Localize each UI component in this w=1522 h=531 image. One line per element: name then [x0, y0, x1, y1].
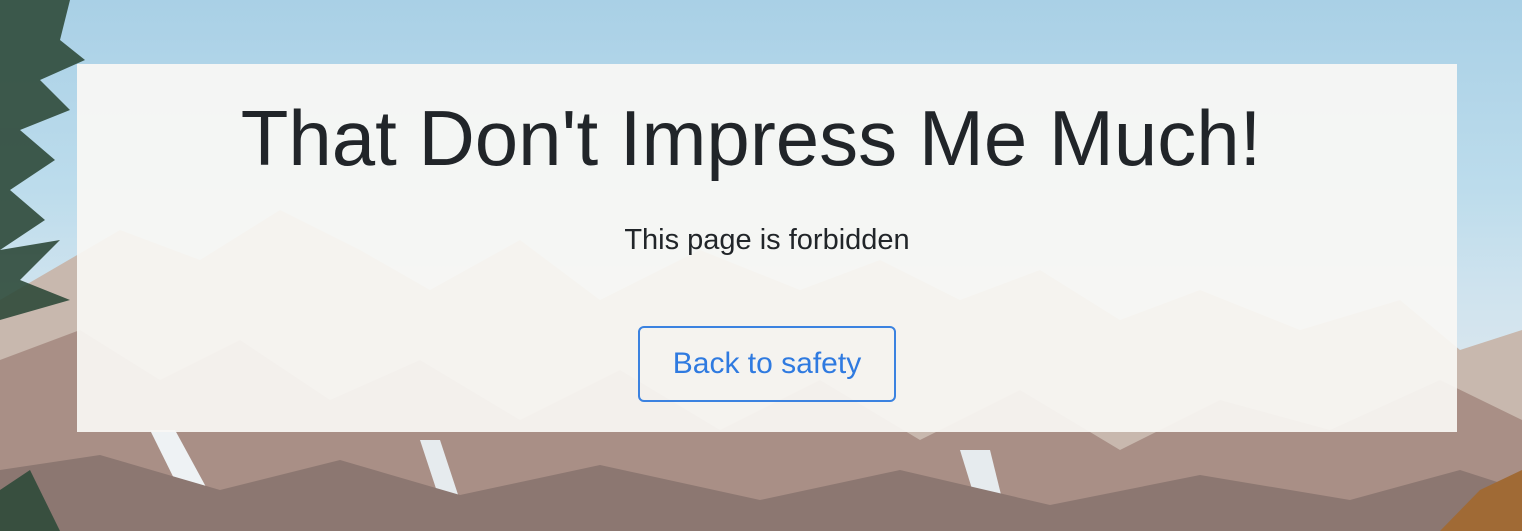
back-to-safety-button[interactable]: Back to safety [638, 326, 896, 402]
page-title-text: That Don't Impress Me Much! [240, 94, 1262, 182]
page-title: That Don't Impress Me Much! [0, 88, 1522, 188]
error-message: This page is forbidden [624, 224, 910, 256]
